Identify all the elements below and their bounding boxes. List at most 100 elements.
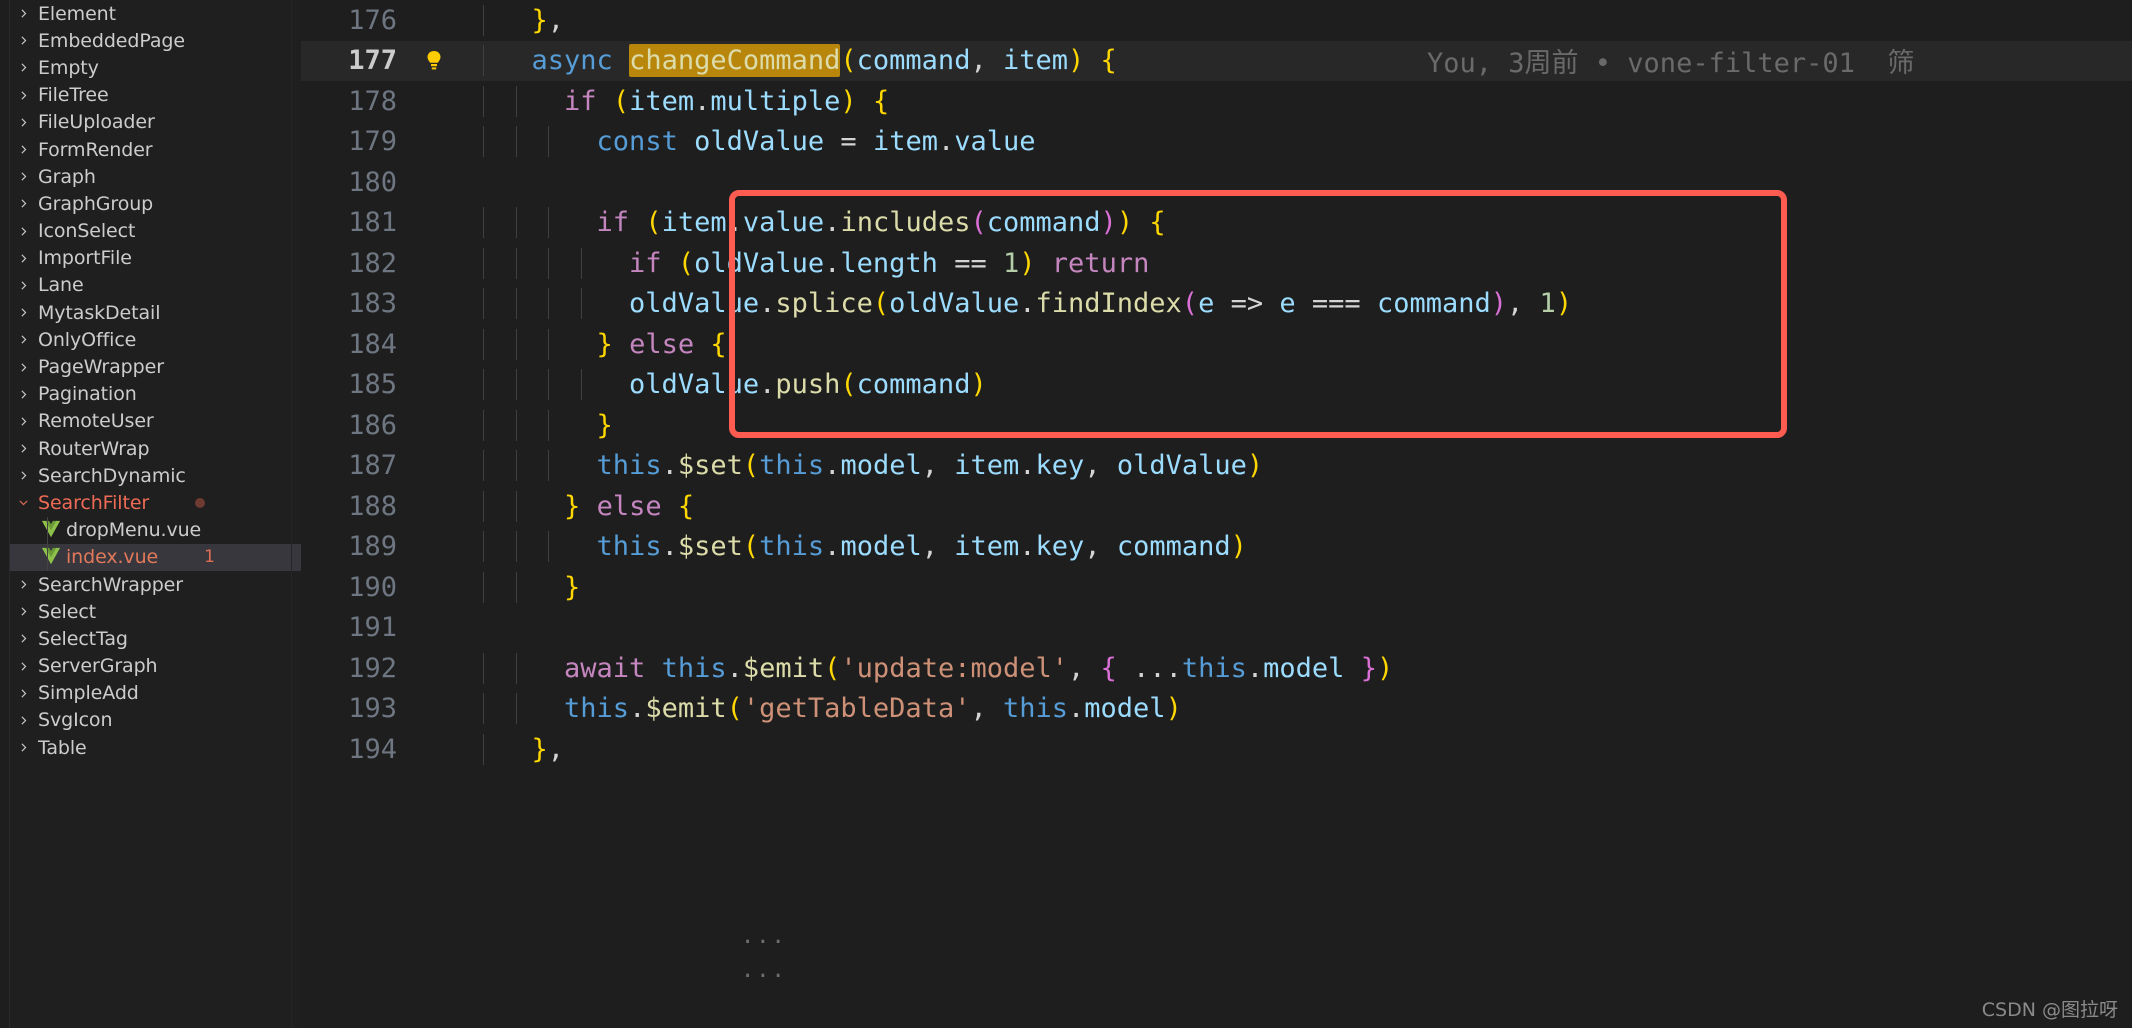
chevron-right-icon[interactable] [10,687,36,700]
chevron-right-icon[interactable] [10,197,36,210]
indent-guide [515,652,517,684]
inline-ellipsis-hint: ... [741,958,787,983]
code-line-text: async changeCommand(command, item) { [481,44,2132,78]
file-tree[interactable]: Element EmbeddedPage Empty FileTree FileUplo… [10,0,301,761]
explorer-sidebar[interactable]: Element EmbeddedPage Empty FileTree FileUplo… [10,0,301,1028]
tree-file-index-vue[interactable]: index.vue 1 [10,543,301,571]
code-line[interactable]: 187 this.$set(this.model, item.key, oldV… [301,446,2132,487]
tree-folder-lane[interactable]: Lane [10,272,301,299]
tree-folder-selecttag[interactable]: SelectTag [10,625,301,652]
chevron-right-icon[interactable] [10,741,36,754]
chevron-right-icon[interactable] [10,170,36,183]
line-number: 187 [348,450,397,482]
tree-folder-filetree[interactable]: FileTree [10,82,301,109]
code-line[interactable]: 184 } else { [301,324,2132,365]
code-line[interactable]: 179 const oldValue = item.value [301,122,2132,163]
inline-ellipsis-hint: ... [741,924,787,949]
code-line[interactable]: 193 this.$emit('getTableData', this.mode… [301,689,2132,730]
chevron-right-icon[interactable] [10,333,36,346]
code-line[interactable]: 176 }, [301,0,2132,41]
code-line[interactable]: 180 [301,162,2132,203]
tree-folder-pagination[interactable]: Pagination [10,381,301,408]
tree-folder-remoteuser[interactable]: RemoteUser [10,408,301,435]
tree-folder-routerwrap[interactable]: RouterWrap [10,435,301,462]
tree-item-label: FileUploader [38,111,155,134]
chevron-right-icon[interactable] [10,388,36,401]
code-line[interactable]: 189 this.$set(this.model, item.key, comm… [301,527,2132,568]
tree-folder-embeddedpage[interactable]: EmbeddedPage [10,27,301,54]
chevron-right-icon[interactable] [10,252,36,265]
line-number: 179 [348,126,397,158]
tree-item-label: RouterWrap [38,437,150,460]
code-lines-container[interactable]: 176 }, 177 async changeCommand(command, i… [301,0,2132,1028]
tree-folder-graph[interactable]: Graph [10,163,301,190]
chevron-right-icon[interactable] [10,632,36,645]
code-line[interactable]: 178 if (item.multiple) { [301,81,2132,122]
tree-folder-empty[interactable]: Empty [10,54,301,81]
line-number: 180 [348,166,397,198]
tree-folder-table[interactable]: Table [10,734,301,761]
tree-folder-pagewrapper[interactable]: PageWrapper [10,353,301,380]
chevron-right-icon[interactable] [10,605,36,618]
tree-folder-servergraph[interactable]: ServerGraph [10,653,301,680]
code-line[interactable]: 186 } [301,405,2132,446]
chevron-right-icon[interactable] [10,578,36,591]
activity-bar [0,0,10,1028]
modified-dot-badge [195,497,205,508]
tree-folder-fileuploader[interactable]: FileUploader [10,109,301,136]
chevron-right-icon[interactable] [10,116,36,129]
tree-folder-importfile[interactable]: ImportFile [10,245,301,272]
chevron-down-icon[interactable] [10,496,36,509]
tree-folder-mytaskdetail[interactable]: MytaskDetail [10,299,301,326]
code-line[interactable]: 185 oldValue.push(command) [301,365,2132,406]
tree-folder-element[interactable]: Element [10,0,301,27]
chevron-right-icon[interactable] [10,89,36,102]
tree-item-label: SimpleAdd [38,682,139,705]
code-line[interactable]: 191 [301,608,2132,649]
chevron-right-icon[interactable] [10,225,36,238]
code-line[interactable]: 192 await this.$emit('update:model', { .… [301,648,2132,689]
tree-folder-searchwrapper[interactable]: SearchWrapper [10,571,301,598]
chevron-right-icon[interactable] [10,469,36,482]
tree-item-label: ServerGraph [38,655,158,678]
indent-guide [515,207,517,239]
code-line[interactable]: 188 } else { [301,486,2132,527]
tree-folder-graphgroup[interactable]: GraphGroup [10,190,301,217]
tree-item-label: SvgIcon [38,709,113,732]
chevron-right-icon[interactable] [10,61,36,74]
code-line[interactable]: 194 }, [301,729,2132,770]
code-line[interactable]: 182 if (oldValue.length == 1) return [301,243,2132,284]
chevron-right-icon[interactable] [10,714,36,727]
tree-folder-formrender[interactable]: FormRender [10,136,301,163]
chevron-right-icon[interactable] [10,415,36,428]
quick-fix-lightbulb-icon[interactable] [411,49,457,73]
tree-folder-iconselect[interactable]: IconSelect [10,218,301,245]
vue-file-icon [36,520,66,540]
tree-item-label: FormRender [38,138,153,161]
tree-folder-select[interactable]: Select [10,598,301,625]
tree-file-dropmenu-vue[interactable]: dropMenu.vue [10,516,301,544]
indent-guide [515,571,517,603]
tree-item-label: dropMenu.vue [66,519,202,542]
chevron-right-icon[interactable] [10,7,36,20]
code-line[interactable]: 177 async changeCommand(command, item) {… [301,40,2132,81]
chevron-right-icon[interactable] [10,306,36,319]
tree-folder-searchfilter[interactable]: SearchFilter [10,489,301,516]
tree-folder-simpleadd[interactable]: SimpleAdd [10,680,301,707]
code-editor[interactable]: 176 }, 177 async changeCommand(command, i… [301,0,2132,1028]
tree-folder-searchdynamic[interactable]: SearchDynamic [10,462,301,489]
tree-folder-onlyoffice[interactable]: OnlyOffice [10,326,301,353]
chevron-right-icon[interactable] [10,143,36,156]
chevron-right-icon[interactable] [10,442,36,455]
chevron-right-icon[interactable] [10,279,36,292]
chevron-right-icon[interactable] [10,361,36,374]
code-line[interactable]: 190 } [301,567,2132,608]
tree-item-label: index.vue [66,546,159,569]
code-line[interactable]: 181 if (item.value.includes(command)) { [301,203,2132,244]
chevron-right-icon[interactable] [10,660,36,673]
indent-guide [483,450,484,482]
code-line[interactable]: 183 oldValue.splice(oldValue.findIndex(e… [301,284,2132,325]
tree-folder-svgicon[interactable]: SvgIcon [10,707,301,734]
chevron-right-icon[interactable] [10,34,36,47]
indent-guide [548,247,549,279]
